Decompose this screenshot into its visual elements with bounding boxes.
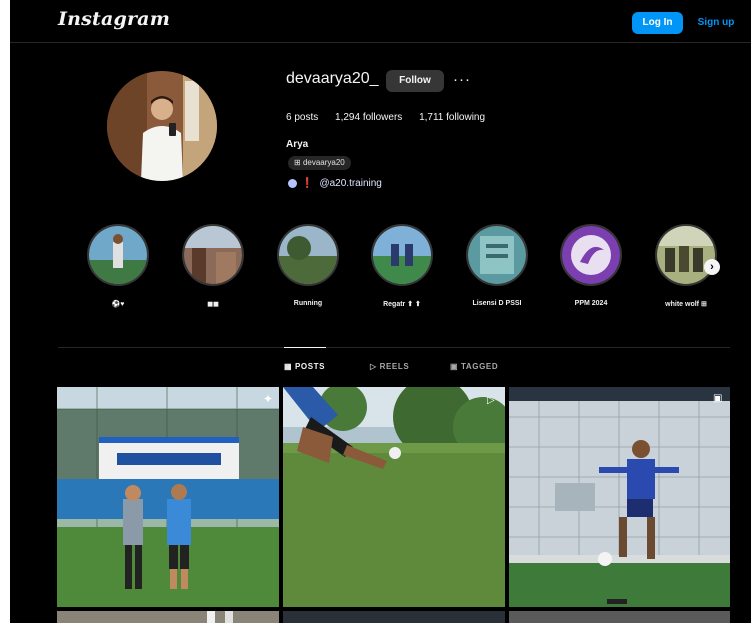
svg-text:✦: ✦ [263,392,273,406]
highlight-item[interactable]: PPM 2024 [552,224,630,307]
post-thumbnail[interactable]: ✦ [57,387,279,607]
highlight-item[interactable]: Running [269,224,347,307]
highlight-thumbnail [655,224,717,286]
post-thumbnail[interactable] [509,611,730,623]
highlight-thumbnail [87,224,149,286]
post-thumbnail[interactable]: ▣ [509,387,730,607]
highlight-label: Lisensi D PSSI [472,300,522,307]
highlight-label: PPM 2024 [574,300,608,307]
globe-icon [288,178,297,188]
tab-posts-label: POSTS [294,362,326,371]
tab-tagged-label: TAGGED [460,362,499,371]
highlight-item[interactable]: ⚽♥ [79,224,157,308]
threads-badge-label: devaarya20 [302,158,345,167]
highlight-thumbnail [182,224,244,286]
chevron-right-icon[interactable]: › [704,259,720,275]
story-highlights: ⚽♥ ◼◼ Running Regatr ⬆ ⬆ Lisensi D PSSI [10,224,751,324]
threads-badge[interactable]: ⊞ devaarya20 [288,156,351,170]
post-thumbnail[interactable] [57,611,279,623]
highlight-thumbnail [560,224,622,286]
reels-icon: ▷ [370,362,380,371]
tabs-divider [58,347,730,348]
sign-up-link[interactable]: Sign up [691,12,741,34]
threads-icon: ⊞ [294,158,303,167]
profile-stats: 6 posts 1,294 followers 1,711 following [286,112,499,123]
tag-icon: ▣ [450,362,461,371]
highlight-label: Regatr ⬆ ⬆ [383,301,421,308]
svg-text:▷: ▷ [487,395,495,406]
post-thumbnail[interactable]: ▷ [283,387,505,607]
posts-count: 6 posts [286,112,319,123]
follow-button[interactable]: Follow [386,70,444,92]
highlight-thumbnail [277,224,339,286]
top-navigation-bar: Instagram Log In Sign up [10,0,751,43]
tab-reels-label: REELS [379,362,410,371]
post-thumbnail[interactable] [283,611,505,623]
bio-link-text: @a20.training [319,178,382,189]
profile-username: devaarya20_ [286,70,379,87]
highlight-thumbnail [371,224,433,286]
highlight-item[interactable]: ◼◼ [174,224,252,308]
log-in-button[interactable]: Log In [632,12,683,34]
more-options-icon[interactable]: ··· [453,70,471,90]
grid-icon: ▦ [284,362,295,371]
flag-icon: ❗ [301,178,314,189]
profile-full-name: Arya [286,139,309,150]
tab-posts[interactable]: ▦ POSTS [284,362,325,371]
highlight-label: white wolf ⊞ [665,301,707,308]
highlight-label: Running [293,300,323,307]
profile-avatar[interactable] [107,71,217,181]
tab-reels[interactable]: ▷ REELS [370,362,409,371]
instagram-logo[interactable]: Instagram [58,8,170,30]
following-count[interactable]: 1,711 following [419,112,485,123]
highlight-item[interactable]: Lisensi D PSSI [458,224,536,307]
active-tab-indicator [284,347,326,348]
instagram-profile-page: Instagram Log In Sign up devaarya20_ Fol… [10,0,751,623]
highlight-label: ◼◼ [207,301,219,308]
highlight-thumbnail [466,224,528,286]
highlight-label: ⚽♥ [111,301,125,308]
posts-grid: ✦ ▷ ▣ [57,387,730,623]
bio-link[interactable]: ❗ @a20.training [288,178,382,189]
highlight-item[interactable]: Regatr ⬆ ⬆ [363,224,441,308]
svg-text:▣: ▣ [713,393,722,404]
followers-count[interactable]: 1,294 followers [335,112,402,123]
tab-tagged[interactable]: ▣ TAGGED [450,362,498,371]
